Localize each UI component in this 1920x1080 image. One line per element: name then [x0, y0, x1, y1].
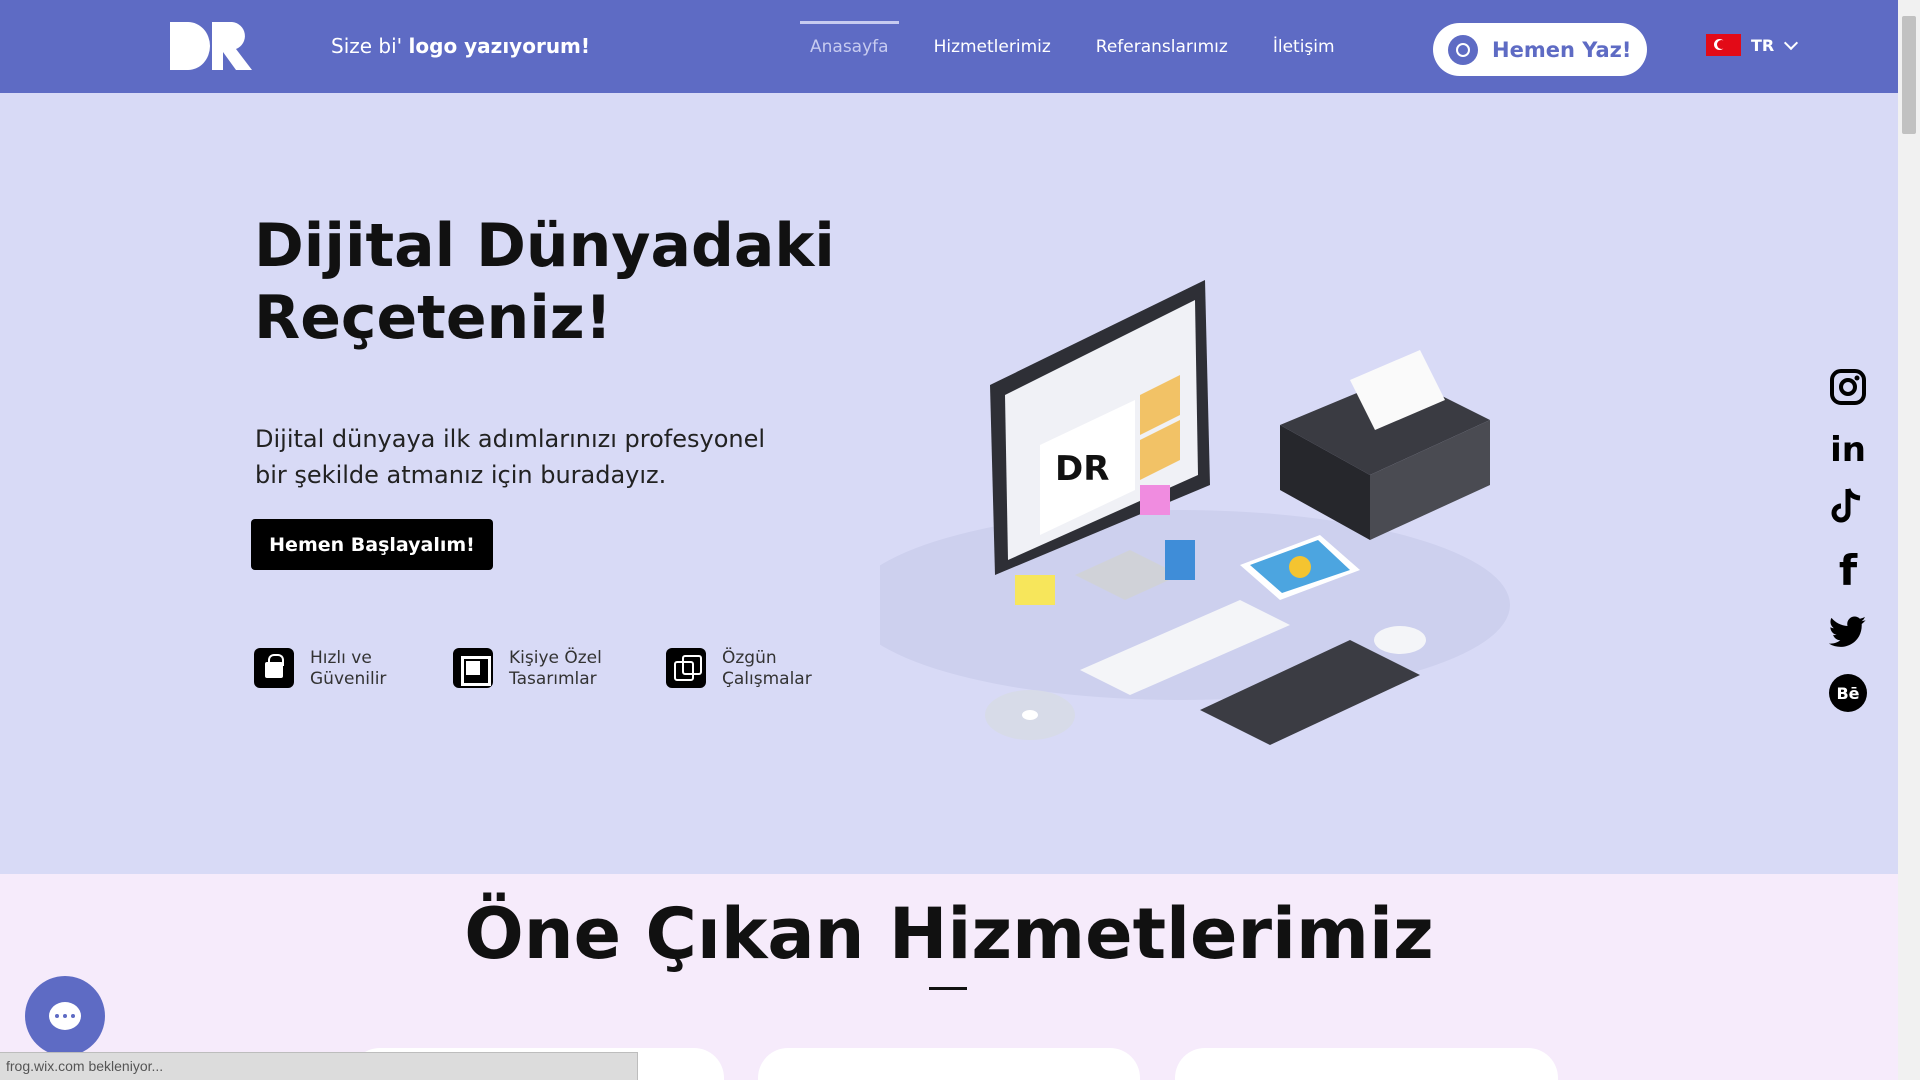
- tagline-prefix: Size bi': [331, 34, 403, 58]
- nav-hizmetlerimiz[interactable]: Hizmetlerimiz: [924, 0, 1061, 93]
- hemen-yaz-button[interactable]: Hemen Yaz!: [1433, 23, 1647, 76]
- hero-title-line2: Reçeteniz!: [254, 283, 613, 353]
- chat-button[interactable]: [25, 976, 105, 1056]
- dr-logo[interactable]: [168, 20, 256, 72]
- feature-line2: Tasarımlar: [509, 669, 597, 689]
- behance-glyph: Bē: [1836, 683, 1860, 703]
- copy-icon: [666, 648, 706, 688]
- hemen-baslayalim-button[interactable]: Hemen Başlayalım!: [251, 519, 493, 570]
- title-underline: [929, 987, 967, 990]
- whatsapp-icon: [1448, 34, 1478, 65]
- language-selector[interactable]: TR: [1706, 34, 1799, 56]
- hemen-yaz-label: Hemen Yaz!: [1492, 37, 1632, 62]
- behance-icon[interactable]: Bē: [1828, 673, 1868, 713]
- lock-icon: [254, 648, 294, 688]
- facebook-icon[interactable]: f: [1828, 546, 1868, 595]
- feature-text: Hızlı ve Güvenilir: [310, 648, 460, 690]
- feature-ozgun: Özgün Çalışmalar: [666, 648, 872, 690]
- feature-hizli-guvenilir: Hızlı ve Güvenilir: [254, 648, 460, 690]
- svg-text:DR: DR: [1055, 449, 1109, 489]
- hero-title: Dijital Dünyadaki Reçeteniz!: [254, 210, 854, 354]
- hero-title-line1: Dijital Dünyadaki: [254, 211, 835, 281]
- service-card[interactable]: [1175, 1048, 1558, 1080]
- behance-circle: Bē: [1829, 674, 1867, 712]
- instagram-icon[interactable]: [1828, 367, 1868, 407]
- workstation-illustration: DR: [880, 280, 1510, 745]
- feature-kisiye-ozel: Kişiye Özel Tasarımlar: [453, 648, 659, 690]
- nav-referanslarimiz[interactable]: Referanslarımız: [1086, 0, 1238, 93]
- main-nav: Anasayfa Hizmetlerimiz Referanslarımız İ…: [800, 0, 1370, 93]
- feature-line2: Çalışmalar: [722, 669, 812, 689]
- linkedin-icon[interactable]: in: [1828, 430, 1868, 470]
- chat-dot: [71, 1014, 75, 1018]
- chat-bubble-icon: [49, 1002, 81, 1030]
- chevron-down-icon: [1784, 35, 1799, 50]
- nav-anasayfa[interactable]: Anasayfa: [800, 0, 899, 93]
- hero-subtitle-line1: Dijital dünyaya ilk adımlarınızı profesy…: [255, 425, 766, 453]
- language-code: TR: [1751, 35, 1775, 55]
- tagline-bold: logo yazıyorum!: [408, 34, 591, 58]
- scrollbar-thumb[interactable]: [1902, 16, 1916, 134]
- twitter-icon[interactable]: [1828, 612, 1868, 652]
- tiktok-icon[interactable]: [1828, 486, 1868, 526]
- hero-subtitle: Dijital dünyaya ilk adımlarınızı profesy…: [255, 421, 775, 493]
- feature-text: Özgün Çalışmalar: [722, 648, 872, 690]
- chat-dot: [55, 1014, 59, 1018]
- feature-line1: Hızlı ve: [310, 648, 372, 668]
- turkey-flag-icon: [1706, 34, 1741, 56]
- frame-icon: [453, 648, 493, 688]
- feature-line2: Güvenilir: [310, 669, 387, 689]
- linkedin-glyph: in: [1830, 430, 1866, 470]
- featured-services-title: Öne Çıkan Hizmetlerimiz: [464, 893, 1434, 975]
- hero-subtitle-line2: bir şekilde atmanız için buradayız.: [255, 461, 667, 489]
- site-header: Size bi' logo yazıyorum! Anasayfa Hizmet…: [0, 0, 1898, 93]
- nav-iletisim[interactable]: İletişim: [1263, 0, 1345, 93]
- feature-line1: Kişiye Özel: [509, 648, 602, 668]
- facebook-glyph: f: [1838, 545, 1858, 595]
- vertical-scrollbar[interactable]: [1898, 0, 1920, 1080]
- header-tagline: Size bi' logo yazıyorum!: [331, 34, 590, 58]
- browser-status-bar: frog.wix.com bekleniyor...: [0, 1052, 638, 1080]
- chat-dot: [63, 1014, 67, 1018]
- feature-line1: Özgün: [722, 648, 777, 668]
- feature-text: Kişiye Özel Tasarımlar: [509, 648, 659, 690]
- service-card[interactable]: [758, 1048, 1140, 1080]
